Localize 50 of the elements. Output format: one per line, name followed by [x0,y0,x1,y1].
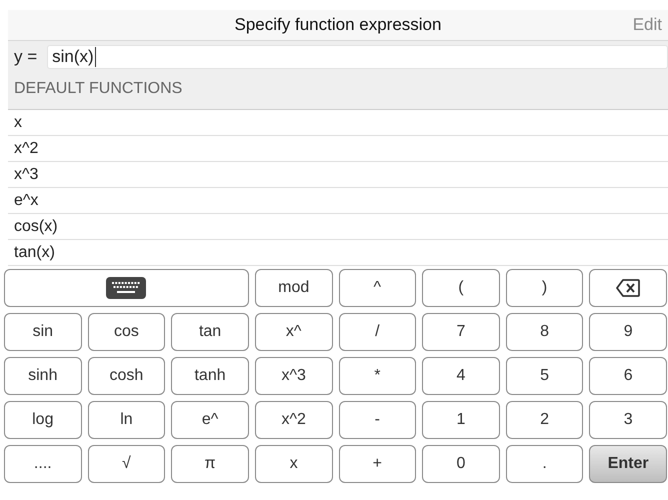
keypad-key[interactable]: 0 [422,445,500,483]
keypad-key[interactable]: log [4,401,82,439]
window-title: Specify function expression [234,15,442,35]
keypad-key[interactable]: 8 [506,313,584,351]
keypad-key[interactable]: cos [88,313,166,351]
keypad-key[interactable]: .... [4,445,82,483]
keypad-key[interactable]: π [171,445,249,483]
keypad-key[interactable]: 7 [422,313,500,351]
keypad-key[interactable]: 2 [506,401,584,439]
function-item[interactable]: tan(x) [8,240,668,266]
keypad-key[interactable]: sin [4,313,82,351]
keypad-key[interactable]: e^ [171,401,249,439]
keypad-key[interactable]: x^2 [254,401,332,439]
keypad-key[interactable]: / [338,313,416,351]
section-title: DEFAULT FUNCTIONS [14,79,184,99]
input-label: y = [14,47,38,67]
keypad-key[interactable]: sinh [4,357,82,395]
keypad-key[interactable]: tan [171,313,249,351]
keypad-key[interactable]: . [506,445,584,483]
keypad-key[interactable]: x^ [254,313,332,351]
keypad-key[interactable]: mod [254,269,332,307]
keypad-key[interactable]: √ [88,445,166,483]
keypad-key[interactable]: 9 [589,313,667,351]
keypad-key[interactable]: x^3 [254,357,332,395]
keypad-key[interactable]: 1 [422,401,500,439]
function-item[interactable]: x^3 [8,162,668,188]
keypad-key[interactable]: tanh [171,357,249,395]
keypad-key[interactable]: x [254,445,332,483]
keyboard-icon [106,277,146,299]
function-item[interactable]: x [8,110,668,136]
keypad-key[interactable]: 3 [589,401,667,439]
keypad-key[interactable]: * [338,357,416,395]
expression-field[interactable]: sin(x) [47,45,668,69]
backspace-icon [616,279,640,297]
function-item[interactable]: cos(x) [8,214,668,240]
keypad-key[interactable]: ( [422,269,500,307]
keypad-key[interactable]: - [338,401,416,439]
keypad-key[interactable]: ^ [338,269,416,307]
backspace-key[interactable] [589,269,667,307]
keyboard-key[interactable] [4,269,249,307]
keypad-key[interactable]: + [338,445,416,483]
keypad-key[interactable]: ln [88,401,166,439]
keypad-key[interactable]: cosh [88,357,166,395]
function-item[interactable]: e^x [8,188,668,214]
enter-key[interactable]: Enter [589,445,667,483]
function-item[interactable]: x^2 [8,136,668,162]
keypad-key[interactable]: 5 [506,357,584,395]
keypad-key[interactable]: ) [506,269,584,307]
keypad-key[interactable]: 4 [422,357,500,395]
keypad-key[interactable]: 6 [589,357,667,395]
